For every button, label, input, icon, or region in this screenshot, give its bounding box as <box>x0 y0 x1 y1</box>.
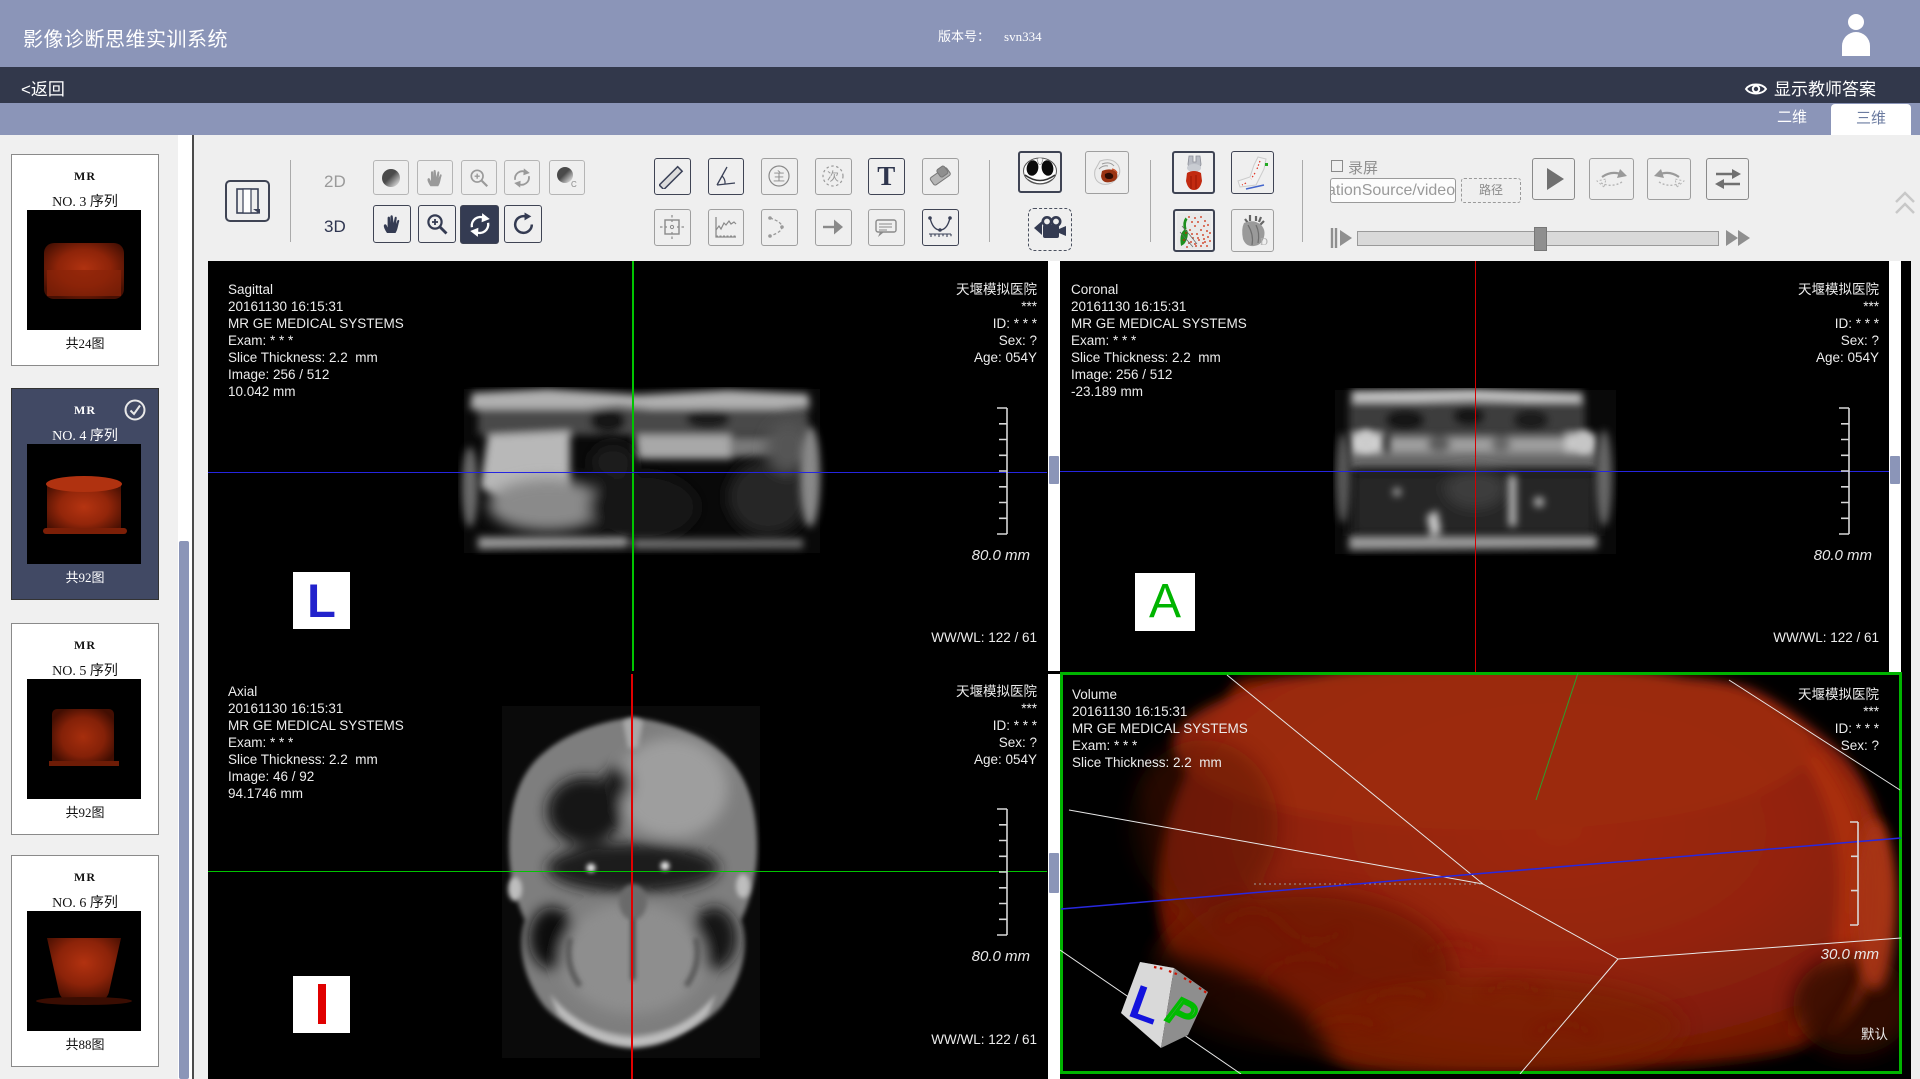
svg-text:D: D <box>1260 236 1268 248</box>
svg-text:次: 次 <box>827 170 839 184</box>
svg-text:C: C <box>571 180 577 189</box>
svg-text:主: 主 <box>773 170 785 184</box>
